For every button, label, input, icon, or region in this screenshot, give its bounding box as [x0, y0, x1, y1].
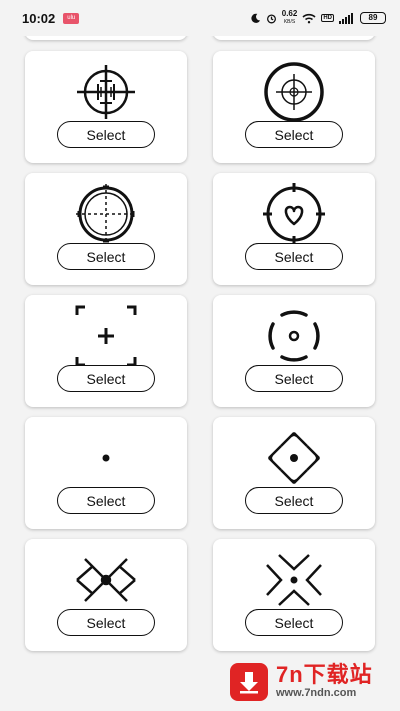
select-button[interactable]: Select	[245, 121, 343, 148]
select-button[interactable]: Select	[57, 609, 155, 636]
crosshair-card: Select	[213, 417, 375, 529]
select-button[interactable]: Select	[245, 365, 343, 392]
crosshair-card: Select	[213, 51, 375, 163]
crosshair-corner-brackets-icon	[71, 301, 141, 371]
crosshair-card: Select	[213, 295, 375, 407]
crosshair-scope-ticks-icon	[71, 57, 141, 127]
select-button[interactable]: Select	[57, 365, 155, 392]
crosshair-card: Select	[25, 51, 187, 163]
crosshair-card: Select	[25, 295, 187, 407]
status-time: 10:02	[22, 10, 56, 26]
network-speed: 0.62 KB/S	[281, 9, 298, 26]
crosshair-diamond-icon	[259, 423, 329, 493]
crosshair-grid: Select Select Select Select Select Selec…	[0, 0, 400, 711]
crosshair-card: Select	[25, 173, 187, 285]
crosshair-card: Select	[213, 173, 375, 285]
select-button[interactable]: Select	[57, 121, 155, 148]
crosshair-dot-icon	[71, 423, 141, 493]
status-bar: 10:02 ulu 0.62 KB/S HD 89	[0, 0, 400, 36]
crosshair-card: Select	[25, 539, 187, 651]
select-button[interactable]: Select	[57, 243, 155, 270]
hd-badge: HD	[321, 14, 334, 22]
battery-indicator: 89	[360, 12, 386, 24]
moon-icon	[251, 13, 260, 23]
select-button[interactable]: Select	[245, 609, 343, 636]
watermark-url: www.7ndn.com	[276, 687, 357, 699]
crosshair-broken-circle-icon	[259, 301, 329, 371]
select-button[interactable]: Select	[245, 243, 343, 270]
crosshair-card: Select	[213, 539, 375, 651]
wifi-icon	[302, 13, 316, 23]
watermark: 7n下载站 www.7ndn.com	[230, 652, 400, 711]
crosshair-x-diamond-icon	[71, 545, 141, 615]
status-icons: 0.62 KB/S HD 89	[250, 10, 386, 26]
notification-app-icon: ulu	[63, 12, 80, 24]
alarm-icon	[266, 13, 276, 23]
select-button[interactable]: Select	[245, 487, 343, 514]
signal-icon	[339, 12, 353, 24]
watermark-title: 7n下载站	[276, 662, 373, 687]
crosshair-card: Select	[25, 417, 187, 529]
download-icon	[230, 662, 268, 701]
crosshair-dashed-scope-icon	[71, 179, 141, 249]
crosshair-double-ring-icon	[259, 57, 329, 127]
crosshair-x-arrows-icon	[259, 545, 329, 615]
crosshair-heart-icon	[259, 179, 329, 249]
select-button[interactable]: Select	[57, 487, 155, 514]
